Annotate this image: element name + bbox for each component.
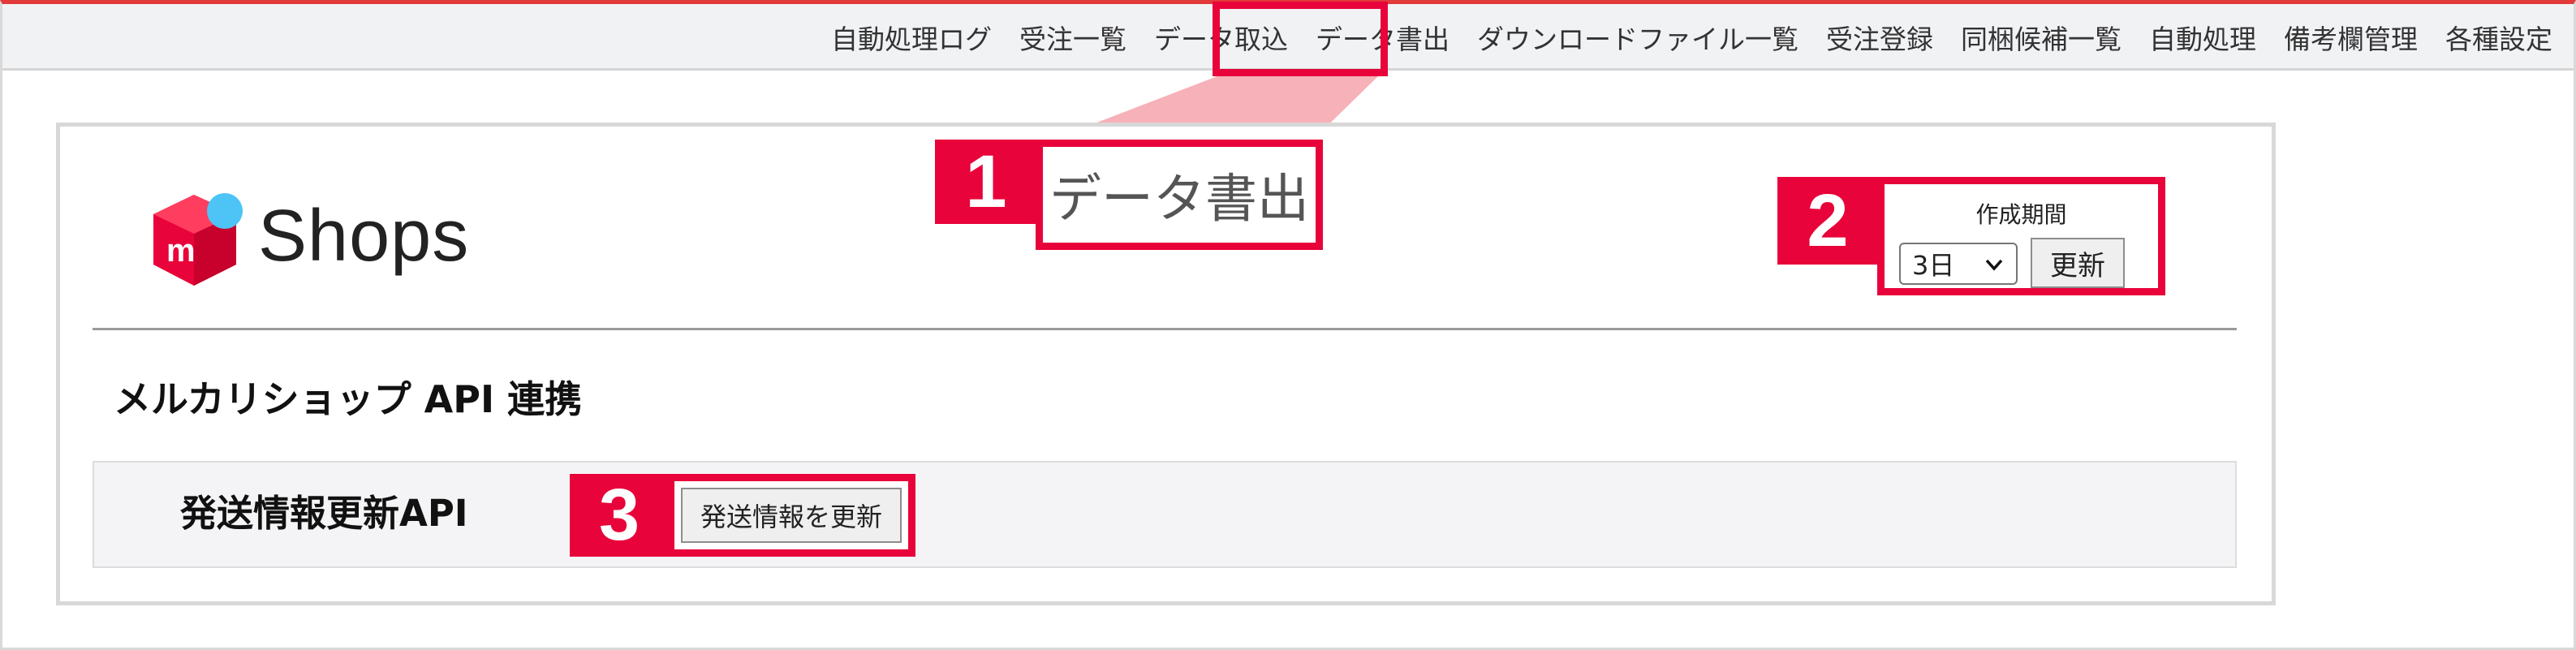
period-selected-value: 3日 <box>1912 250 1955 281</box>
api-label: 発送情報更新API <box>180 492 468 535</box>
period-select[interactable]: 3日 <box>1899 243 2018 285</box>
period-update-button[interactable]: 更新 <box>2031 238 2125 288</box>
section-title: メルカリショップ API 連携 <box>114 377 583 421</box>
mercari-shops-logo-icon: m <box>153 193 243 286</box>
chevron-down-icon <box>1985 259 2003 271</box>
update-shipping-info-button[interactable]: 発送情報を更新 <box>681 488 902 543</box>
step-badge-3: 3 <box>570 474 669 557</box>
shipping-update-button-frame: 発送情報を更新 <box>667 474 915 557</box>
svg-text:m: m <box>166 233 196 269</box>
step-badge-2: 2 <box>1777 177 1878 265</box>
page-title-frame: データ書出 <box>1036 140 1323 250</box>
section-divider <box>93 328 2237 330</box>
period-control-frame: 作成期間 3日 更新 <box>1877 177 2165 295</box>
logo-text: Shops <box>258 196 470 277</box>
nav-highlight-frame <box>1213 2 1388 76</box>
period-label: 作成期間 <box>1975 201 2067 228</box>
step-badge-1: 1 <box>935 140 1037 224</box>
page-title: データ書出 <box>1049 170 1309 230</box>
